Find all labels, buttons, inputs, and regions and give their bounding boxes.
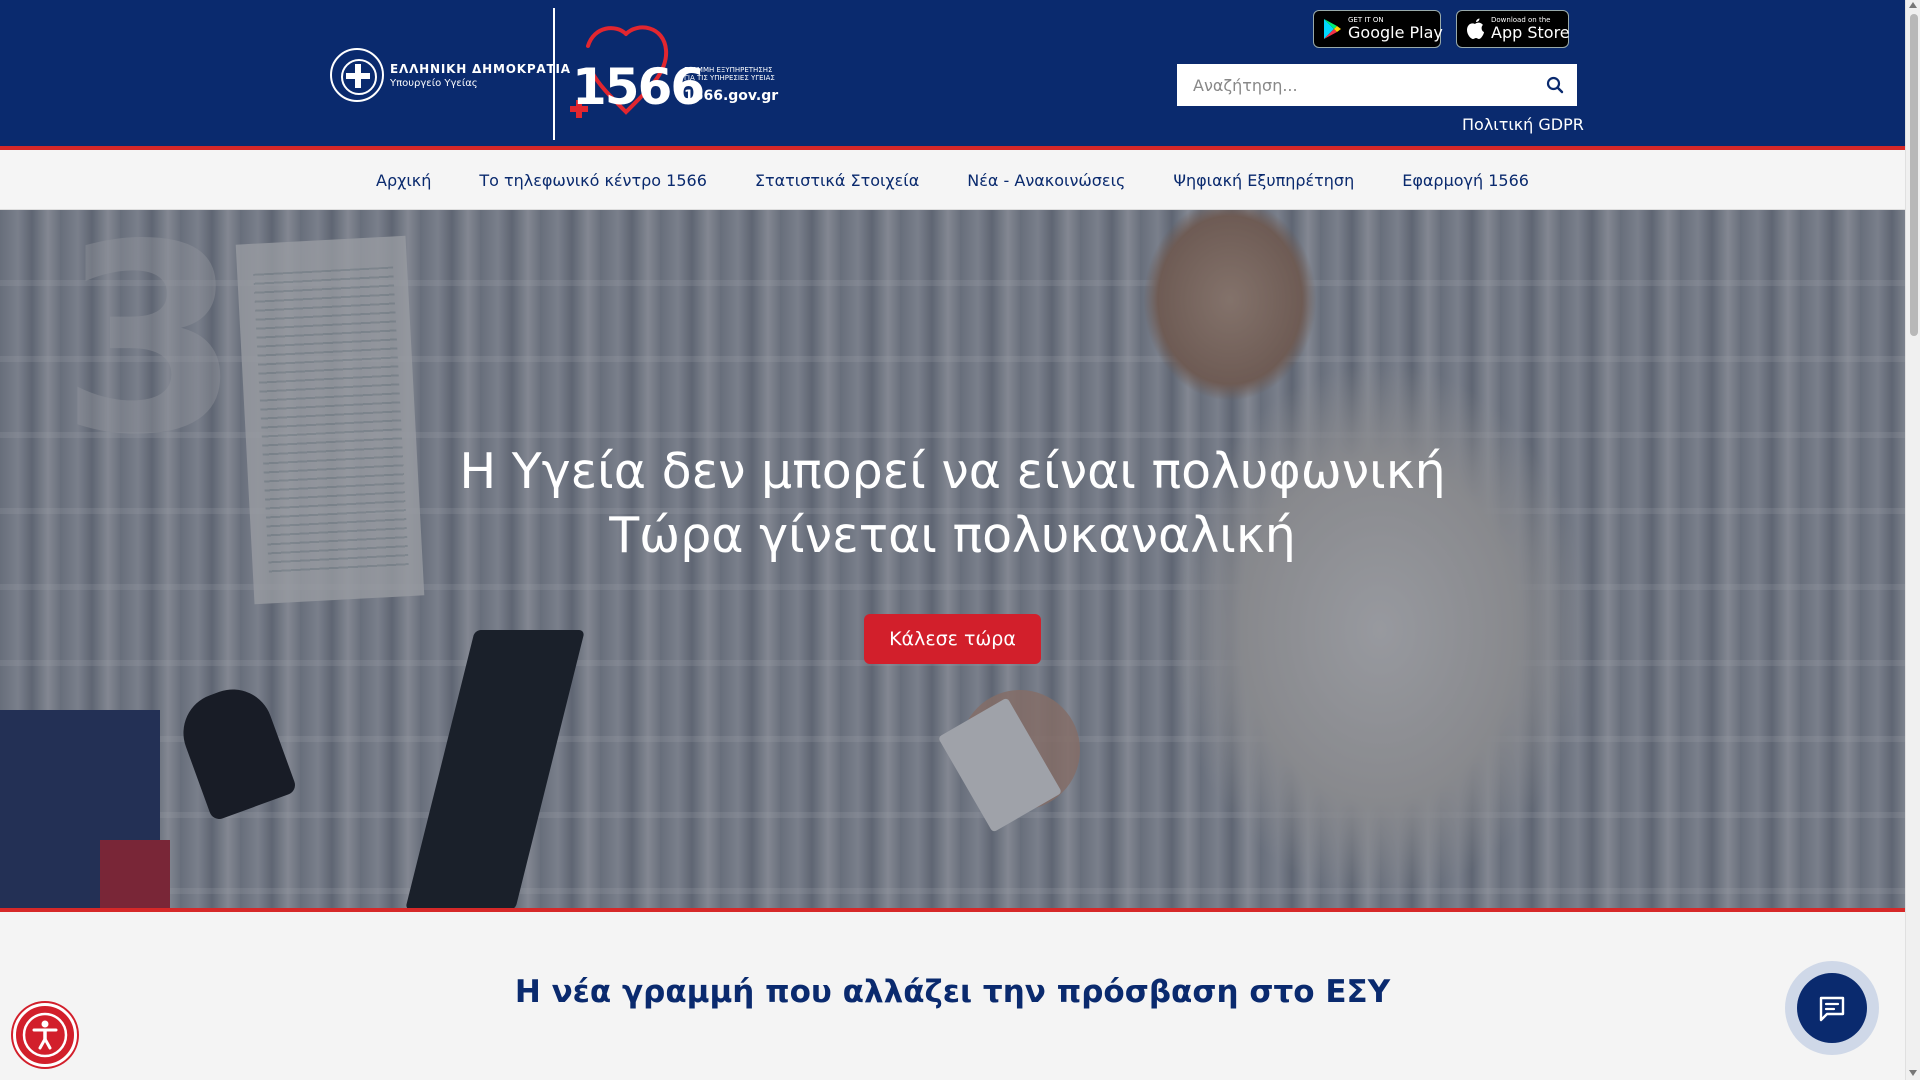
section-title: Η νέα γραμμή που αλλάζει την πρόσβαση στ… [514, 974, 1391, 1010]
google-play-icon [1324, 19, 1341, 39]
intro-section: Η νέα γραμμή που αλλάζει την πρόσβαση στ… [0, 912, 1905, 1080]
nav-item-home[interactable]: Αρχική [376, 171, 431, 190]
gov-logo-line1: ΕΛΛΗΝΙΚΗ ΔΗΜΟΚΡΑΤΙΑ [390, 61, 571, 76]
site-header: ΕΛΛΗΝΙΚΗ ΔΗΜΟΚΡΑΤΙΑ Υπουργείο Υγείας 156… [0, 0, 1905, 149]
hero-heading-line2: Τώρα γίνεται πολυκαναλική [609, 507, 1296, 564]
brand-logo-1566[interactable]: 1566 ΓΡΑΜΜΗ ΕΞΥΠΗΡΕΤΗΣΗΣ ΓΙΑ ΤΙΣ ΥΠΗΡΕΣΙ… [568, 20, 778, 130]
app-store-button[interactable]: Download on the App Store [1456, 10, 1570, 48]
google-play-button[interactable]: GET IT ON Google Play [1313, 10, 1443, 48]
greek-emblem-icon [330, 48, 384, 102]
nav-item-app[interactable]: Εφαρμογή 1566 [1402, 171, 1529, 190]
nav-item-digital-service[interactable]: Ψηφιακή Εξυπηρέτηση [1173, 171, 1354, 190]
main-nav: Αρχική Το τηλεφωνικό κέντρο 1566 Στατιστ… [0, 150, 1905, 210]
search-icon [1546, 76, 1564, 94]
search-input[interactable] [1177, 64, 1533, 106]
brand-domain: 1566.gov.gr [684, 88, 779, 104]
apple-icon [1467, 18, 1484, 39]
search-box [1177, 64, 1577, 106]
accessibility-button[interactable] [13, 1003, 77, 1067]
call-now-button[interactable]: Κάλεσε τώρα [864, 614, 1041, 664]
brand-tagline-1: ΓΡΑΜΜΗ ΕΞΥΠΗΡΕΤΗΣΗΣ [684, 66, 773, 74]
gdpr-policy-link[interactable]: Πολιτική GDPR [1462, 115, 1584, 134]
accessibility-icon [22, 1012, 68, 1058]
nav-item-statistics[interactable]: Στατιστικά Στοιχεία [755, 171, 919, 190]
scroll-thumb[interactable] [1910, 14, 1918, 336]
page-scrollbar[interactable] [1905, 0, 1920, 1080]
hero-content: Η Υγεία δεν μπορεί να είναι πολυφωνική Τ… [0, 440, 1905, 664]
hero-banner: 3 Η Υγεία δεν μπορεί να είναι πολυφωνική… [0, 210, 1905, 910]
nav-item-news[interactable]: Νέα - Ανακοινώσεις [967, 171, 1125, 190]
scroll-up-arrow-icon[interactable] [1909, 2, 1917, 8]
gov-logo[interactable]: ΕΛΛΗΝΙΚΗ ΔΗΜΟΚΡΑΤΙΑ Υπουργείο Υγείας [330, 48, 571, 102]
chat-icon [1819, 996, 1845, 1022]
app-store-label: App Store [1491, 23, 1570, 42]
google-play-label: Google Play [1348, 23, 1443, 42]
gov-logo-line2: Υπουργείο Υγείας [390, 77, 478, 89]
hero-heading-line1: Η Υγεία δεν μπορεί να είναι πολυφωνική [459, 443, 1446, 500]
search-button[interactable] [1533, 64, 1577, 106]
chat-widget-button[interactable] [1785, 961, 1879, 1055]
nav-item-call-center[interactable]: Το τηλεφωνικό κέντρο 1566 [479, 171, 707, 190]
brand-tagline-2: ΓΙΑ ΤΙΣ ΥΠΗΡΕΣΙΕΣ ΥΓΕΙΑΣ [684, 74, 775, 82]
logo-divider [553, 8, 555, 140]
page: ΕΛΛΗΝΙΚΗ ΔΗΜΟΚΡΑΤΙΑ Υπουργείο Υγείας 156… [0, 0, 1905, 1080]
scroll-down-arrow-icon[interactable] [1909, 1070, 1917, 1076]
